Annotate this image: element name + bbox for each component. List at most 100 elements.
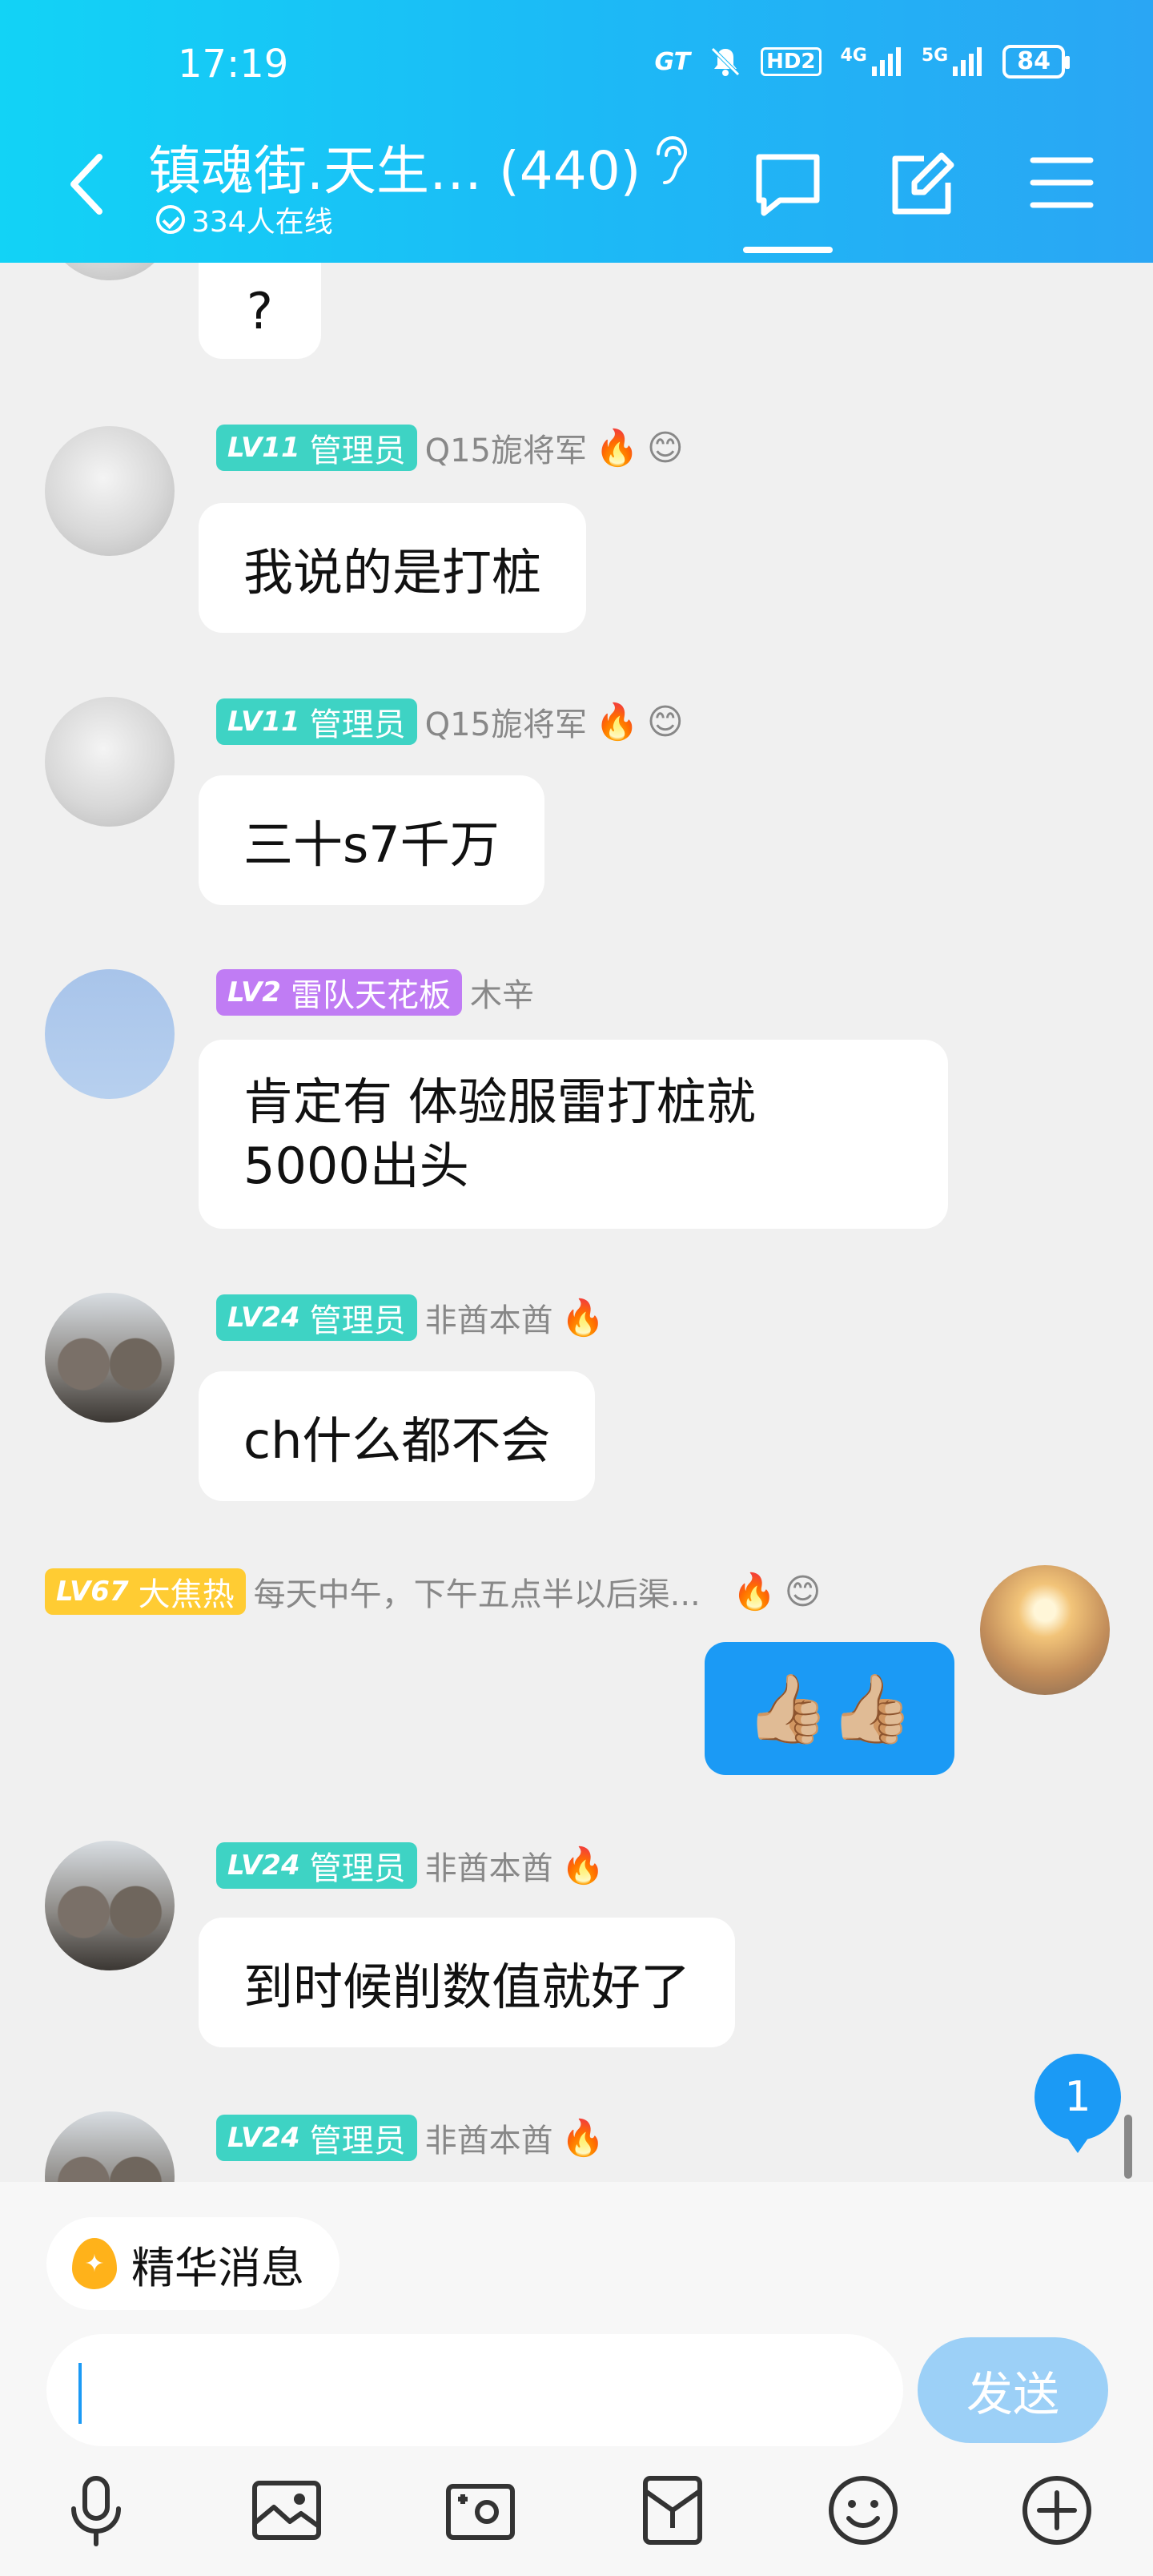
hd-label: HD2 bbox=[761, 47, 822, 76]
battery-level: 84 bbox=[1017, 47, 1051, 75]
level-label: LV24 bbox=[227, 1849, 300, 1882]
avatar[interactable] bbox=[45, 1293, 175, 1423]
flame-drop-icon: ✦ bbox=[72, 2238, 117, 2289]
emoji-icon[interactable] bbox=[825, 2472, 902, 2549]
avatar[interactable] bbox=[45, 969, 175, 1099]
net-4g-label: 4G bbox=[840, 46, 867, 66]
message-text-line: 肯定有 体验服雷打桩就 bbox=[243, 1073, 756, 1131]
avatar[interactable] bbox=[45, 1841, 175, 1970]
sender-name[interactable]: Q15旎将军 bbox=[425, 698, 587, 745]
fire-icon: 🔥 bbox=[595, 702, 639, 743]
level-label: LV11 bbox=[227, 432, 300, 464]
level-label: LV24 bbox=[227, 2122, 300, 2154]
text-caret bbox=[78, 2363, 82, 2424]
smile-flower-icon: 😊 bbox=[646, 427, 684, 469]
plus-icon[interactable] bbox=[1018, 2472, 1095, 2549]
tab-underline bbox=[743, 247, 833, 253]
level-badge: LV11 管理员 bbox=[216, 698, 417, 745]
level-label: LV67 bbox=[56, 1576, 129, 1608]
message-bubble[interactable]: 肯定有 体验服雷打桩就 5000出头 bbox=[199, 1040, 948, 1229]
message-meta: LV11 管理员 Q15旎将军 🔥 😊 bbox=[216, 425, 684, 471]
message-bubble[interactable]: 到时候削数值就好了 bbox=[199, 1918, 736, 2047]
chat-bubble-icon[interactable] bbox=[753, 152, 823, 219]
menu-icon[interactable] bbox=[1030, 155, 1094, 210]
fire-icon: 🔥 bbox=[595, 428, 639, 469]
message-text: 到时候削数值就好了 bbox=[243, 1958, 691, 2016]
level-badge: LV24 管理员 bbox=[216, 2115, 417, 2161]
status-time: 17:19 bbox=[178, 42, 289, 87]
avatar[interactable] bbox=[45, 426, 175, 556]
message-bubble[interactable]: ch什么都不会 bbox=[199, 1371, 596, 1501]
fire-icon: 🔥 bbox=[732, 1572, 777, 1612]
edit-icon[interactable] bbox=[889, 151, 956, 218]
message-meta: LV11 管理员 Q15旎将军 🔥 😊 bbox=[216, 698, 684, 745]
fire-icon: 🔥 bbox=[560, 1845, 605, 1886]
image-icon[interactable] bbox=[248, 2472, 325, 2549]
message-meta: LV24 管理员 非酋本酋 🔥 bbox=[216, 1842, 605, 1889]
microphone-icon[interactable] bbox=[58, 2472, 135, 2549]
level-badge: LV67 大焦热 bbox=[45, 1568, 246, 1615]
online-count-label: 334人在线 bbox=[191, 206, 333, 239]
message-bubble[interactable]: 三十s7千万 bbox=[199, 775, 544, 905]
signal-5g-icon: 5G bbox=[922, 46, 983, 78]
role-label: 管理员 bbox=[309, 433, 406, 469]
ear-icon[interactable] bbox=[650, 135, 689, 187]
sender-name[interactable]: 每天中午，下午五点半以后渠... bbox=[254, 1568, 701, 1615]
sender-name[interactable]: 非酋本酋 bbox=[425, 1294, 553, 1341]
status-icons: GT HD2 4G 5G 84 bbox=[654, 45, 1070, 78]
role-label: 管理员 bbox=[309, 1302, 406, 1339]
sender-name[interactable]: Q15旎将军 bbox=[425, 425, 587, 471]
level-badge: LV24 管理员 bbox=[216, 1294, 417, 1341]
level-label: LV2 bbox=[227, 976, 281, 1008]
signal-4g-icon: 4G bbox=[841, 46, 902, 78]
message-meta: LV24 管理员 非酋本酋 🔥 bbox=[216, 2115, 605, 2161]
sender-name[interactable]: 非酋本酋 bbox=[425, 1842, 553, 1889]
mute-bell-icon bbox=[711, 47, 740, 76]
camera-icon[interactable] bbox=[442, 2472, 519, 2549]
sender-name[interactable]: 木辛 bbox=[470, 969, 534, 1016]
message-input[interactable] bbox=[46, 2334, 903, 2446]
message-text: 👍🏼👍🏼 bbox=[745, 1668, 914, 1748]
battery-icon: 84 bbox=[1002, 45, 1070, 78]
message-bubble[interactable]: ? bbox=[199, 263, 321, 359]
message-bubble[interactable]: 我说的是打桩 bbox=[199, 503, 587, 633]
online-count: 334人在线 bbox=[156, 199, 333, 240]
check-circle-icon bbox=[156, 205, 185, 234]
level-badge: LV11 管理员 bbox=[216, 425, 417, 471]
smile-flower-icon: 😊 bbox=[646, 701, 684, 743]
gt-label: GT bbox=[654, 47, 691, 76]
role-label: 管理员 bbox=[309, 2123, 406, 2159]
fire-icon: 🔥 bbox=[560, 2118, 605, 2159]
net-5g-label: 5G bbox=[921, 46, 949, 66]
message-text-line: 5000出头 bbox=[243, 1137, 469, 1195]
group-title[interactable]: 镇魂街.天生… (440) bbox=[148, 128, 641, 205]
chat-header: 17:19 GT HD2 4G 5G 84 镇魂街.天生… (440) 334人… bbox=[0, 0, 1153, 263]
unread-count-badge[interactable]: 1 bbox=[1034, 2054, 1121, 2153]
essence-messages-button[interactable]: ✦ 精华消息 bbox=[46, 2217, 339, 2310]
own-message-bubble[interactable]: 👍🏼👍🏼 bbox=[705, 1642, 954, 1775]
essence-label: 精华消息 bbox=[131, 2242, 304, 2293]
role-label: 管理员 bbox=[309, 706, 406, 743]
level-label: LV24 bbox=[227, 1302, 300, 1334]
level-badge: LV24 管理员 bbox=[216, 1842, 417, 1889]
level-label: LV11 bbox=[227, 706, 300, 738]
role-label: 雷队天花板 bbox=[290, 977, 451, 1014]
message-text: ch什么都不会 bbox=[243, 1411, 551, 1470]
back-arrow-icon[interactable] bbox=[67, 152, 106, 216]
red-packet-icon[interactable] bbox=[634, 2472, 711, 2549]
avatar[interactable] bbox=[45, 697, 175, 827]
smile-flower-icon: 😊 bbox=[784, 1571, 822, 1612]
level-badge: LV2 雷队天花板 bbox=[216, 969, 462, 1016]
message-text: 三十s7千万 bbox=[243, 815, 500, 874]
fire-icon: 🔥 bbox=[560, 1298, 605, 1338]
role-label: 管理员 bbox=[309, 1850, 406, 1887]
sender-name[interactable]: 非酋本酋 bbox=[425, 2115, 553, 2161]
send-button[interactable]: 发送 bbox=[918, 2337, 1108, 2443]
message-meta: LV2 雷队天花板 木辛 bbox=[216, 969, 534, 1016]
scrollbar[interactable] bbox=[1124, 2115, 1132, 2179]
role-label: 大焦热 bbox=[138, 1576, 235, 1613]
message-meta: LV67 大焦热 每天中午，下午五点半以后渠... 🔥 😊 bbox=[45, 1568, 821, 1615]
message-meta: LV24 管理员 非酋本酋 🔥 bbox=[216, 1294, 605, 1341]
message-text: ? bbox=[247, 281, 273, 340]
avatar[interactable] bbox=[980, 1565, 1110, 1695]
